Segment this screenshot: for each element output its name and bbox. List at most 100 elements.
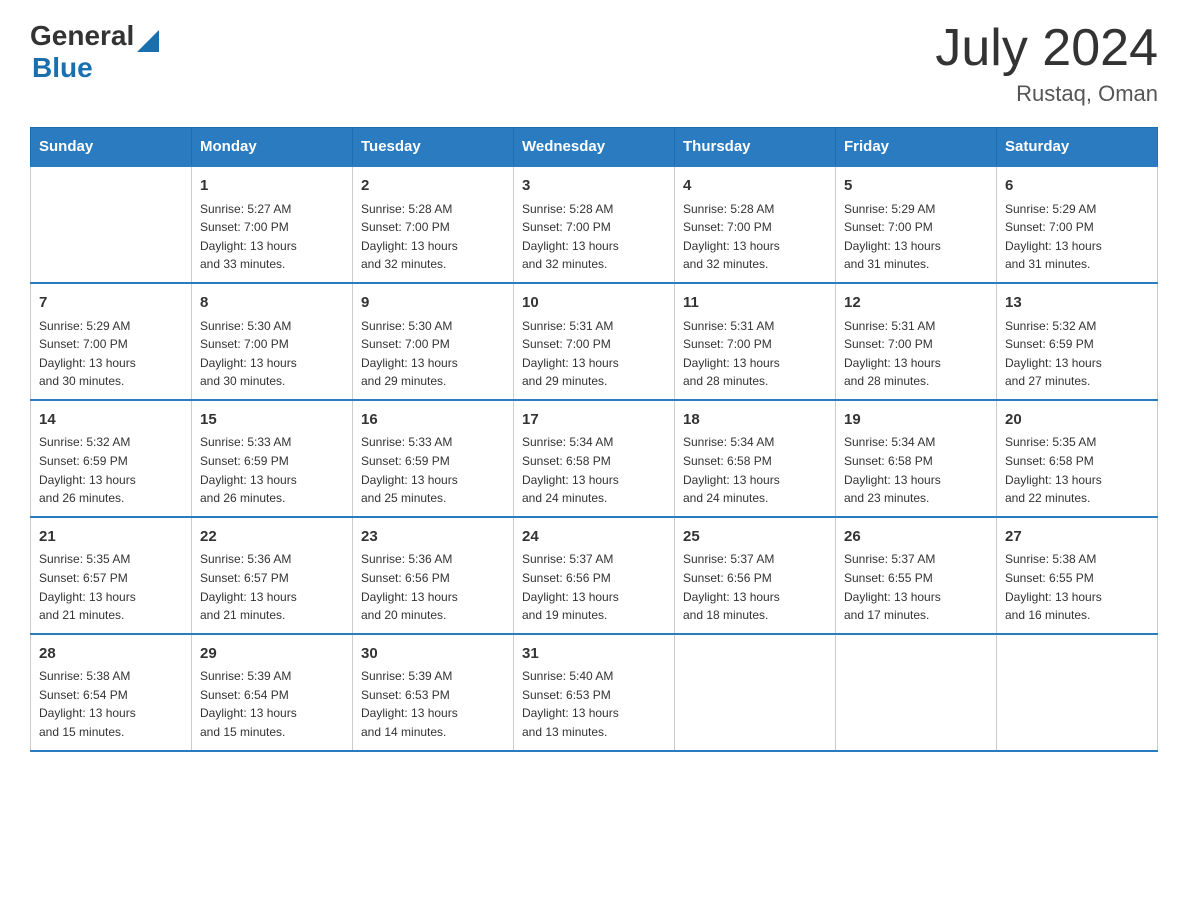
table-row: 27Sunrise: 5:38 AM Sunset: 6:55 PM Dayli…	[997, 517, 1158, 634]
day-number: 23	[361, 526, 505, 549]
table-row: 11Sunrise: 5:31 AM Sunset: 7:00 PM Dayli…	[675, 283, 836, 400]
table-row: 19Sunrise: 5:34 AM Sunset: 6:58 PM Dayli…	[836, 400, 997, 517]
day-number: 19	[844, 409, 988, 432]
table-row: 21Sunrise: 5:35 AM Sunset: 6:57 PM Dayli…	[31, 517, 192, 634]
table-row: 16Sunrise: 5:33 AM Sunset: 6:59 PM Dayli…	[353, 400, 514, 517]
table-row: 3Sunrise: 5:28 AM Sunset: 7:00 PM Daylig…	[514, 166, 675, 283]
day-info: Sunrise: 5:35 AM Sunset: 6:57 PM Dayligh…	[39, 550, 183, 624]
table-row: 18Sunrise: 5:34 AM Sunset: 6:58 PM Dayli…	[675, 400, 836, 517]
page-header: General Blue July 2024 Rustaq, Oman	[30, 20, 1158, 107]
day-info: Sunrise: 5:27 AM Sunset: 7:00 PM Dayligh…	[200, 200, 344, 274]
day-info: Sunrise: 5:38 AM Sunset: 6:54 PM Dayligh…	[39, 667, 183, 741]
day-info: Sunrise: 5:30 AM Sunset: 7:00 PM Dayligh…	[200, 317, 344, 391]
day-info: Sunrise: 5:32 AM Sunset: 6:59 PM Dayligh…	[1005, 317, 1149, 391]
calendar-week-row: 7Sunrise: 5:29 AM Sunset: 7:00 PM Daylig…	[31, 283, 1158, 400]
col-sunday: Sunday	[31, 128, 192, 167]
table-row: 4Sunrise: 5:28 AM Sunset: 7:00 PM Daylig…	[675, 166, 836, 283]
logo-blue-text: Blue	[32, 52, 93, 83]
table-row: 17Sunrise: 5:34 AM Sunset: 6:58 PM Dayli…	[514, 400, 675, 517]
day-number: 2	[361, 175, 505, 198]
day-number: 20	[1005, 409, 1149, 432]
calendar-week-row: 21Sunrise: 5:35 AM Sunset: 6:57 PM Dayli…	[31, 517, 1158, 634]
table-row: 6Sunrise: 5:29 AM Sunset: 7:00 PM Daylig…	[997, 166, 1158, 283]
table-row: 25Sunrise: 5:37 AM Sunset: 6:56 PM Dayli…	[675, 517, 836, 634]
day-info: Sunrise: 5:28 AM Sunset: 7:00 PM Dayligh…	[683, 200, 827, 274]
day-info: Sunrise: 5:39 AM Sunset: 6:54 PM Dayligh…	[200, 667, 344, 741]
day-info: Sunrise: 5:28 AM Sunset: 7:00 PM Dayligh…	[522, 200, 666, 274]
day-info: Sunrise: 5:36 AM Sunset: 6:56 PM Dayligh…	[361, 550, 505, 624]
table-row: 1Sunrise: 5:27 AM Sunset: 7:00 PM Daylig…	[192, 166, 353, 283]
calendar-table: Sunday Monday Tuesday Wednesday Thursday…	[30, 127, 1158, 751]
day-number: 17	[522, 409, 666, 432]
col-wednesday: Wednesday	[514, 128, 675, 167]
day-info: Sunrise: 5:35 AM Sunset: 6:58 PM Dayligh…	[1005, 433, 1149, 507]
day-number: 22	[200, 526, 344, 549]
day-number: 29	[200, 643, 344, 666]
table-row: 2Sunrise: 5:28 AM Sunset: 7:00 PM Daylig…	[353, 166, 514, 283]
day-number: 16	[361, 409, 505, 432]
day-info: Sunrise: 5:33 AM Sunset: 6:59 PM Dayligh…	[200, 433, 344, 507]
col-friday: Friday	[836, 128, 997, 167]
day-number: 31	[522, 643, 666, 666]
table-row: 12Sunrise: 5:31 AM Sunset: 7:00 PM Dayli…	[836, 283, 997, 400]
table-row	[836, 634, 997, 751]
table-row: 5Sunrise: 5:29 AM Sunset: 7:00 PM Daylig…	[836, 166, 997, 283]
day-info: Sunrise: 5:38 AM Sunset: 6:55 PM Dayligh…	[1005, 550, 1149, 624]
location-subtitle: Rustaq, Oman	[935, 81, 1158, 107]
day-number: 24	[522, 526, 666, 549]
col-tuesday: Tuesday	[353, 128, 514, 167]
table-row: 20Sunrise: 5:35 AM Sunset: 6:58 PM Dayli…	[997, 400, 1158, 517]
day-number: 25	[683, 526, 827, 549]
table-row	[997, 634, 1158, 751]
day-number: 13	[1005, 292, 1149, 315]
day-number: 7	[39, 292, 183, 315]
day-number: 3	[522, 175, 666, 198]
day-info: Sunrise: 5:37 AM Sunset: 6:56 PM Dayligh…	[683, 550, 827, 624]
table-row: 13Sunrise: 5:32 AM Sunset: 6:59 PM Dayli…	[997, 283, 1158, 400]
day-number: 12	[844, 292, 988, 315]
day-info: Sunrise: 5:29 AM Sunset: 7:00 PM Dayligh…	[844, 200, 988, 274]
day-number: 6	[1005, 175, 1149, 198]
day-number: 5	[844, 175, 988, 198]
table-row: 14Sunrise: 5:32 AM Sunset: 6:59 PM Dayli…	[31, 400, 192, 517]
logo-general-text: General	[30, 20, 134, 52]
table-row: 23Sunrise: 5:36 AM Sunset: 6:56 PM Dayli…	[353, 517, 514, 634]
day-info: Sunrise: 5:40 AM Sunset: 6:53 PM Dayligh…	[522, 667, 666, 741]
table-row: 15Sunrise: 5:33 AM Sunset: 6:59 PM Dayli…	[192, 400, 353, 517]
table-row: 24Sunrise: 5:37 AM Sunset: 6:56 PM Dayli…	[514, 517, 675, 634]
day-info: Sunrise: 5:37 AM Sunset: 6:56 PM Dayligh…	[522, 550, 666, 624]
day-info: Sunrise: 5:29 AM Sunset: 7:00 PM Dayligh…	[39, 317, 183, 391]
table-row: 26Sunrise: 5:37 AM Sunset: 6:55 PM Dayli…	[836, 517, 997, 634]
calendar-week-row: 28Sunrise: 5:38 AM Sunset: 6:54 PM Dayli…	[31, 634, 1158, 751]
day-number: 14	[39, 409, 183, 432]
month-year-title: July 2024	[935, 20, 1158, 77]
table-row: 28Sunrise: 5:38 AM Sunset: 6:54 PM Dayli…	[31, 634, 192, 751]
day-info: Sunrise: 5:31 AM Sunset: 7:00 PM Dayligh…	[522, 317, 666, 391]
day-info: Sunrise: 5:30 AM Sunset: 7:00 PM Dayligh…	[361, 317, 505, 391]
day-number: 10	[522, 292, 666, 315]
day-info: Sunrise: 5:34 AM Sunset: 6:58 PM Dayligh…	[522, 433, 666, 507]
day-number: 4	[683, 175, 827, 198]
col-monday: Monday	[192, 128, 353, 167]
day-info: Sunrise: 5:31 AM Sunset: 7:00 PM Dayligh…	[844, 317, 988, 391]
day-info: Sunrise: 5:31 AM Sunset: 7:00 PM Dayligh…	[683, 317, 827, 391]
day-info: Sunrise: 5:34 AM Sunset: 6:58 PM Dayligh…	[844, 433, 988, 507]
day-info: Sunrise: 5:36 AM Sunset: 6:57 PM Dayligh…	[200, 550, 344, 624]
table-row: 31Sunrise: 5:40 AM Sunset: 6:53 PM Dayli…	[514, 634, 675, 751]
day-info: Sunrise: 5:37 AM Sunset: 6:55 PM Dayligh…	[844, 550, 988, 624]
calendar-week-row: 14Sunrise: 5:32 AM Sunset: 6:59 PM Dayli…	[31, 400, 1158, 517]
title-block: July 2024 Rustaq, Oman	[935, 20, 1158, 107]
table-row: 7Sunrise: 5:29 AM Sunset: 7:00 PM Daylig…	[31, 283, 192, 400]
day-info: Sunrise: 5:39 AM Sunset: 6:53 PM Dayligh…	[361, 667, 505, 741]
day-number: 21	[39, 526, 183, 549]
day-number: 26	[844, 526, 988, 549]
day-number: 8	[200, 292, 344, 315]
day-info: Sunrise: 5:29 AM Sunset: 7:00 PM Dayligh…	[1005, 200, 1149, 274]
day-number: 18	[683, 409, 827, 432]
day-number: 28	[39, 643, 183, 666]
logo-triangle-icon	[137, 30, 159, 52]
table-row	[675, 634, 836, 751]
day-number: 1	[200, 175, 344, 198]
day-number: 11	[683, 292, 827, 315]
table-row	[31, 166, 192, 283]
